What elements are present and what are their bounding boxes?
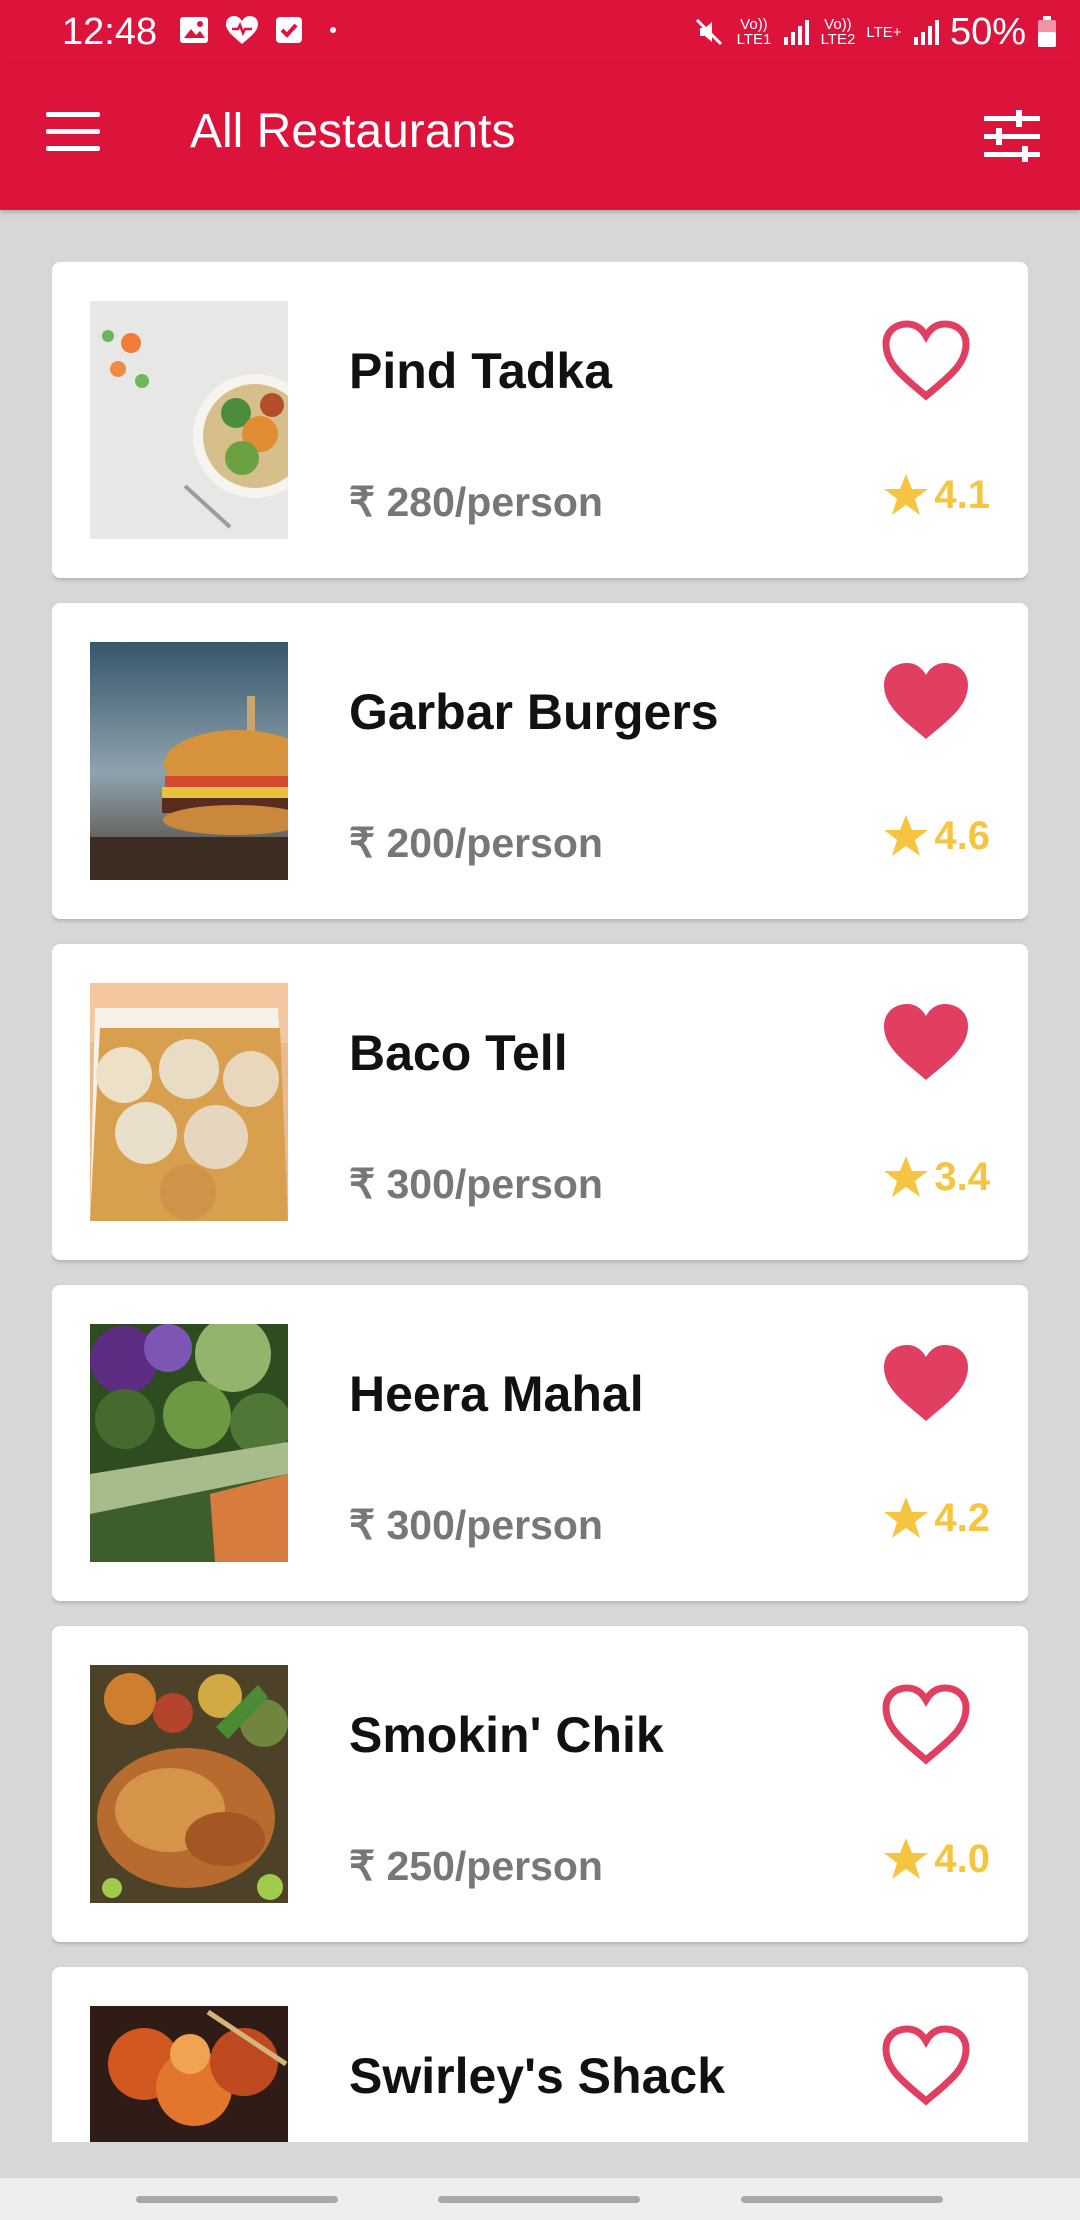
battery-icon <box>1038 16 1056 47</box>
restaurant-card[interactable]: Baco Tell ₹ 300/person 3.4 <box>52 944 1028 1260</box>
star-icon <box>884 1838 929 1879</box>
restaurant-name: Swirley's Shack <box>349 2048 726 2104</box>
restaurant-card[interactable]: Heera Mahal ₹ 300/person 4.2 <box>52 1285 1028 1601</box>
favorite-heart-filled-icon[interactable] <box>880 659 972 745</box>
star-icon <box>884 474 929 515</box>
restaurant-price: ₹ 300/person <box>349 1502 603 1548</box>
page-title: All Restaurants <box>190 105 516 158</box>
restaurant-rating: 3.4 <box>882 1154 990 1200</box>
grilled-skewers-photo <box>90 2006 288 2142</box>
network-label-2: Vo)) LTE2 <box>820 16 856 48</box>
tacos-photo <box>90 983 288 1221</box>
rating-value: 4.0 <box>934 1837 990 1881</box>
dot-icon <box>330 27 336 33</box>
battery-percentage: 50% <box>949 11 1026 53</box>
restaurant-rating: 4.0 <box>882 1836 990 1882</box>
rating-value: 4.6 <box>934 814 990 858</box>
image-icon <box>180 17 208 43</box>
recent-apps-button[interactable] <box>136 2196 338 2203</box>
favorite-heart-outline-icon[interactable] <box>880 2023 972 2109</box>
rating-value: 4.1 <box>934 473 990 517</box>
menu-button[interactable] <box>46 112 100 152</box>
sliders-icon[interactable] <box>984 110 1040 162</box>
salad-and-vegetables-photo <box>90 301 288 539</box>
status-bar: 12:48 Vo)) LTE1 Vo)) LTE2 LTE+ 50% <box>0 0 1080 62</box>
signal-icon <box>913 20 939 45</box>
network-label-1: Vo)) LTE1 <box>736 16 772 48</box>
restaurant-rating: 4.6 <box>882 813 990 859</box>
favorite-heart-filled-icon[interactable] <box>880 1000 972 1086</box>
restaurant-rating: 4.1 <box>882 472 990 518</box>
heart-notification-icon <box>226 16 258 44</box>
rating-value: 4.2 <box>934 1496 990 1540</box>
restaurant-price: ₹ 280/person <box>349 479 603 525</box>
restaurant-price: ₹ 250/person <box>349 1843 603 1889</box>
star-icon <box>884 1497 929 1538</box>
home-button[interactable] <box>438 2196 640 2203</box>
mute-icon <box>695 18 722 46</box>
hamburger-menu-icon <box>46 112 100 117</box>
restaurant-card[interactable]: Swirley's Shack <box>52 1967 1028 2142</box>
burger-photo <box>90 642 288 880</box>
status-time: 12:48 <box>62 11 158 53</box>
restaurant-card[interactable]: Garbar Burgers ₹ 200/person 4.6 <box>52 603 1028 919</box>
network-label-3: LTE+ <box>866 23 902 41</box>
favorite-heart-outline-icon[interactable] <box>880 318 972 404</box>
rating-value: 3.4 <box>934 1155 990 1199</box>
status-right-icons: Vo)) LTE1 Vo)) LTE2 LTE+ 50% <box>692 10 1058 54</box>
system-navigation-bar <box>0 2178 1080 2220</box>
restaurant-price: ₹ 300/person <box>349 1161 603 1207</box>
star-icon <box>884 815 929 856</box>
restaurant-name: Smokin' Chik <box>349 1707 664 1763</box>
signal-icon <box>783 20 809 45</box>
restaurant-price: ₹ 200/person <box>349 820 603 866</box>
status-left-icons <box>178 14 348 46</box>
restaurant-rating: 4.2 <box>882 1495 990 1541</box>
favorite-heart-outline-icon[interactable] <box>880 1682 972 1768</box>
check-box-icon <box>276 17 302 43</box>
restaurant-list[interactable]: Pind Tadka ₹ 280/person 4.1 Garbar Burge… <box>52 262 1028 2142</box>
roast-chicken-photo <box>90 1665 288 1903</box>
restaurant-card[interactable]: Pind Tadka ₹ 280/person 4.1 <box>52 262 1028 578</box>
restaurant-name: Heera Mahal <box>349 1366 644 1422</box>
back-button[interactable] <box>741 2196 943 2203</box>
star-icon <box>884 1156 929 1197</box>
restaurant-name: Pind Tadka <box>349 343 613 399</box>
restaurant-name: Garbar Burgers <box>349 684 719 740</box>
favorite-heart-filled-icon[interactable] <box>880 1341 972 1427</box>
restaurant-card[interactable]: Smokin' Chik ₹ 250/person 4.0 <box>52 1626 1028 1942</box>
vegetables-photo <box>90 1324 288 1562</box>
restaurant-name: Baco Tell <box>349 1025 568 1081</box>
app-bar: All Restaurants <box>0 62 1080 210</box>
